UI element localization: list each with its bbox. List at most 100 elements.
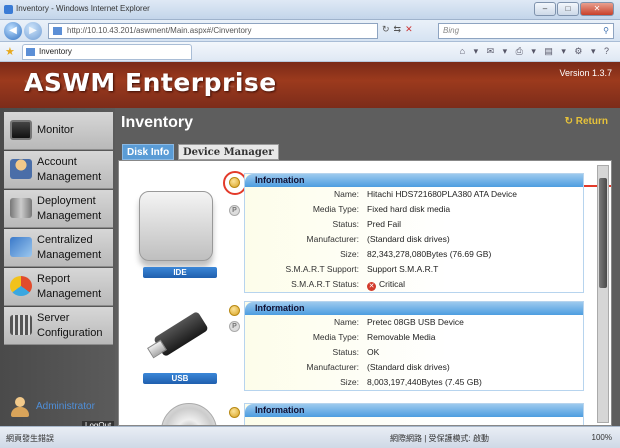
server-icon xyxy=(10,315,32,335)
url-text: http://10.10.43.201/aswment/Main.aspx#/C… xyxy=(67,26,252,35)
tab-device-manager[interactable]: Device Manager xyxy=(178,144,279,160)
info-row: Status: OK xyxy=(245,345,583,360)
sidebar-item-label: Server Configuration xyxy=(37,312,103,339)
hard-disk-icon xyxy=(139,191,213,261)
main-content: Inventory ↻ Return Disk Info Device Mana… xyxy=(115,108,620,426)
info-value: Critical xyxy=(379,279,405,289)
info-row: Manufacturer: (Standard disk drives) xyxy=(245,232,583,247)
browser-statusbar: 網頁發生錯誤 網際網路 | 受保護模式: 啟動 100% xyxy=(0,426,620,448)
critical-status-icon: ✕ xyxy=(367,282,376,291)
sidebar-item-label: Report Management xyxy=(37,273,102,300)
url-field[interactable]: http://10.10.43.201/aswment/Main.aspx#/C… xyxy=(48,23,378,39)
stop-icon[interactable]: ✕ xyxy=(405,24,413,35)
forward-button[interactable]: ▶ xyxy=(24,22,42,40)
return-button[interactable]: ↻ Return xyxy=(565,116,608,127)
info-row: S.M.A.R.T Support: Support S.M.A.R.T xyxy=(245,262,583,277)
ie-icon xyxy=(4,5,13,14)
version-label: Version 1.3.7 xyxy=(559,68,612,78)
info-key: Name: xyxy=(333,317,359,327)
info-row: Status: Pred Fail xyxy=(245,217,583,232)
window-controls: – □ ✕ xyxy=(534,2,614,16)
refresh-icon[interactable]: ↻ xyxy=(382,24,390,35)
sidebar-item-deployment-management[interactable]: Deployment Management xyxy=(4,190,113,228)
info-key: Status: xyxy=(332,347,359,357)
app-header: ASWM Enterprise ASWM Enterprise Version … xyxy=(0,62,620,108)
search-input[interactable]: Bing ⚲ xyxy=(438,23,614,39)
optical-disc-icon xyxy=(161,403,217,425)
address-bar: ◀ ▶ http://10.10.43.201/aswment/Main.asp… xyxy=(0,20,620,42)
info-key: Manufacturer: xyxy=(306,362,359,372)
info-section-title: Information xyxy=(245,302,583,315)
minimize-button[interactable]: – xyxy=(534,2,556,16)
status-text: 網頁發生錯誤 xyxy=(6,434,54,443)
deployment-icon xyxy=(10,198,32,218)
window-title: Inventory - Windows Internet Explorer xyxy=(16,4,150,13)
properties-icon[interactable]: P xyxy=(229,205,240,216)
logo-reflection: ASWM Enterprise xyxy=(24,77,277,93)
favorites-bar: ★ Inventory ⌂ ▾ ✉ ▾ ⎙ ▾ ▤ ▾ ⚙ ▾ ? xyxy=(0,42,620,62)
info-value: (Standard disk drives) xyxy=(367,362,450,372)
info-value: Hitachi HDS721680PLA380 ATA Device xyxy=(367,189,517,199)
info-key: Size: xyxy=(340,377,359,387)
eject-icon[interactable] xyxy=(229,407,240,418)
search-placeholder: Bing xyxy=(443,26,460,35)
device-info-card-cd: Information xyxy=(244,403,584,425)
smart-status: ✕ Critical xyxy=(367,277,405,292)
close-button[interactable]: ✕ xyxy=(580,2,614,16)
device-info-card-usb: Information Name: Pretec 08GB USB Device … xyxy=(244,301,584,391)
info-key: Size: xyxy=(340,249,359,259)
sidebar-item-server-configuration[interactable]: Server Configuration xyxy=(4,307,113,345)
security-zone: 網際網路 | 受保護模式: 啟動 xyxy=(390,434,489,443)
sidebar-item-report-management[interactable]: Report Management xyxy=(4,268,113,306)
favorites-star-icon[interactable]: ★ xyxy=(5,45,15,58)
sidebar-item-label: Account Management xyxy=(37,156,102,183)
browser-tab[interactable]: Inventory xyxy=(22,44,192,60)
info-key: S.M.A.R.T Support: xyxy=(285,264,359,274)
sidebar-item-label: Centralized Management xyxy=(37,234,102,261)
sidebar-item-label: Deployment Management xyxy=(37,195,102,222)
info-section-title: Information xyxy=(245,404,583,417)
info-value: (Standard disk drives) xyxy=(367,234,450,244)
browser-titlebar: Inventory - Windows Internet Explorer – … xyxy=(0,0,620,20)
disk-info-panel: IDE P Information Name: Hitachi HDS721680… xyxy=(118,160,612,426)
info-key: Name: xyxy=(333,189,359,199)
device-info-card-ide: Information Name: Hitachi HDS721680PLA380… xyxy=(244,173,584,293)
info-key: Media Type: xyxy=(312,204,359,214)
user-icon xyxy=(10,159,32,179)
scrollbar-thumb[interactable] xyxy=(599,178,607,288)
page-title: Inventory xyxy=(121,114,194,131)
maximize-button[interactable]: □ xyxy=(557,2,579,16)
info-value: OK xyxy=(367,347,380,357)
tab-label: Inventory xyxy=(39,47,72,56)
info-section-title: Information xyxy=(245,174,583,187)
sidebar-item-account-management[interactable]: Account Management xyxy=(4,151,113,189)
search-icon[interactable]: ⚲ xyxy=(603,24,609,38)
usb-drive-icon xyxy=(147,309,209,361)
info-row: S.M.A.R.T Status: ✕ Critical xyxy=(245,277,583,292)
back-button[interactable]: ◀ xyxy=(4,22,22,40)
info-value: Removable Media xyxy=(367,332,436,342)
info-value: Pretec 08GB USB Device xyxy=(367,317,464,327)
info-row: Name: Pretec 08GB USB Device xyxy=(245,315,583,330)
info-key: Status: xyxy=(332,219,359,229)
sidebar-item-monitor[interactable]: Monitor xyxy=(4,112,113,150)
info-key: Media Type: xyxy=(312,332,359,342)
tab-disk-info[interactable]: Disk Info xyxy=(122,144,175,160)
info-row: Manufacturer: (Standard disk drives) xyxy=(245,360,583,375)
return-label: Return xyxy=(575,116,608,127)
info-value: 82,343,278,080Bytes (76.69 GB) xyxy=(367,249,492,259)
eject-icon[interactable] xyxy=(229,305,240,316)
sidebar-item-centralized-management[interactable]: Centralized Management xyxy=(4,229,113,267)
content-scrollbar[interactable] xyxy=(597,165,609,423)
info-value: Fixed hard disk media xyxy=(367,204,451,214)
device-caption-ide: IDE xyxy=(143,267,217,278)
monitor-icon xyxy=(10,120,32,140)
zoom-level[interactable]: 100% xyxy=(592,433,612,442)
sidebar-item-label: Monitor xyxy=(37,124,74,136)
sidebar: Monitor Account Management Deployment Ma… xyxy=(0,108,115,430)
tab-page-icon xyxy=(26,48,35,56)
command-bar-icons[interactable]: ⌂ ▾ ✉ ▾ ⎙ ▾ ▤ ▾ ⚙ ▾ ? xyxy=(460,46,612,57)
compat-icon[interactable]: ⇆ xyxy=(394,24,402,35)
properties-icon[interactable]: P xyxy=(229,321,240,332)
info-key: S.M.A.R.T Status: xyxy=(291,279,359,289)
